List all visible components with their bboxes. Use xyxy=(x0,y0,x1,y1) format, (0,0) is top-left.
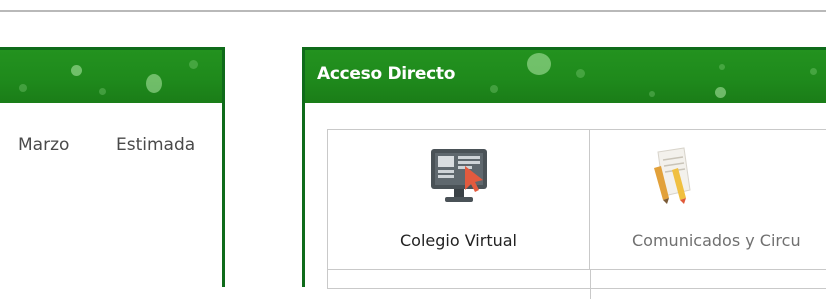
shortcut-grid: Colegio Virtual Comunicados y Circu xyxy=(327,129,826,299)
acceso-directo-header: Acceso Directo xyxy=(305,50,826,103)
left-panel-header xyxy=(0,50,222,103)
virtual-classroom-monitor-icon xyxy=(430,149,487,202)
notepad-pencil-icon xyxy=(654,147,691,204)
grid-column-divider xyxy=(590,269,591,299)
shortcut-comunicados[interactable]: Comunicados y Circu xyxy=(590,130,826,269)
shortcut-label-comunicados: Comunicados y Circu xyxy=(632,231,801,250)
column-header-marzo: Marzo xyxy=(18,135,70,155)
grid-row-divider xyxy=(328,269,826,270)
shortcut-colegio-virtual[interactable]: Colegio Virtual xyxy=(328,130,590,269)
acceso-directo-title: Acceso Directo xyxy=(317,64,456,84)
shortcut-label-colegio-virtual: Colegio Virtual xyxy=(399,231,517,250)
top-divider xyxy=(0,10,826,12)
column-header-estimada: Estimada xyxy=(116,135,196,155)
left-panel xyxy=(0,47,225,287)
